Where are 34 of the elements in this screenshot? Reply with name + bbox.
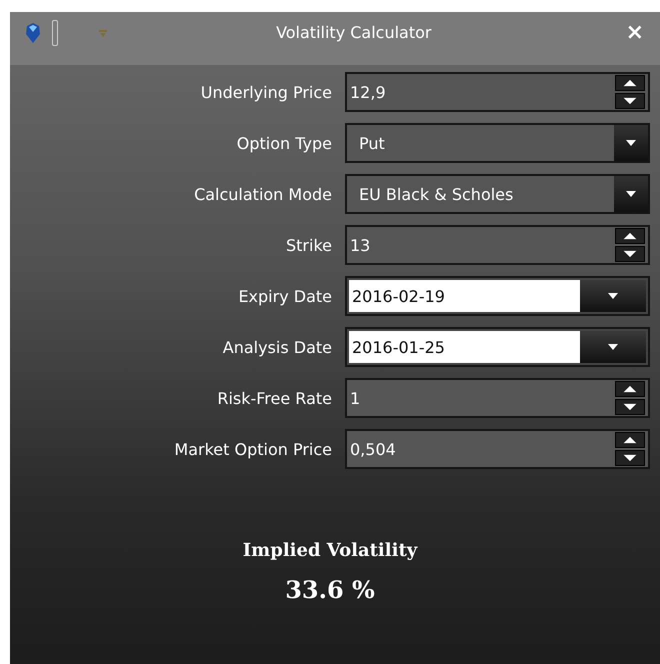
toolbar-separator (52, 20, 58, 46)
increment-icon[interactable] (615, 228, 645, 244)
window-title: Volatility Calculator (275, 23, 432, 42)
field-label: Analysis Date (222, 338, 333, 356)
field-label: Option Type (236, 134, 333, 152)
date-field[interactable]: 2016-01-25 (345, 327, 650, 367)
decrement-icon[interactable] (615, 399, 645, 415)
number-field[interactable]: 0,504 (345, 429, 650, 469)
close-button[interactable]: × (620, 20, 650, 45)
caret-icon[interactable] (626, 191, 636, 197)
field-label: Expiry Date (237, 286, 333, 306)
dropdown-field[interactable]: Put (345, 123, 650, 163)
increment-icon[interactable] (615, 75, 645, 91)
increment-icon[interactable] (615, 432, 645, 448)
decrement-icon[interactable] (615, 93, 645, 109)
number-field[interactable]: 13 (345, 225, 650, 265)
field-label: Risk-Free Rate (216, 388, 333, 408)
result-label: Implied Volatility (242, 540, 418, 561)
caret-icon[interactable] (626, 140, 636, 146)
field-label: Underlying Price (200, 82, 333, 102)
field-label: Calculation Mode (193, 184, 333, 204)
decrement-icon[interactable] (615, 450, 645, 466)
increment-icon[interactable] (615, 381, 645, 397)
field-label: Market Option Price (173, 440, 333, 458)
number-field[interactable]: 1 (345, 378, 650, 418)
decrement-icon[interactable] (615, 246, 645, 262)
gem-icon (24, 22, 42, 44)
number-field[interactable]: 12,9 (345, 72, 650, 112)
caret-icon[interactable] (608, 293, 618, 299)
result-value: 33.6 % (285, 575, 375, 604)
field-label: Strike (285, 236, 333, 254)
date-field[interactable]: 2016-02-19 (345, 276, 650, 316)
caret-icon[interactable] (608, 344, 618, 350)
dropdown-field[interactable]: EU Black & Scholes (345, 174, 650, 214)
